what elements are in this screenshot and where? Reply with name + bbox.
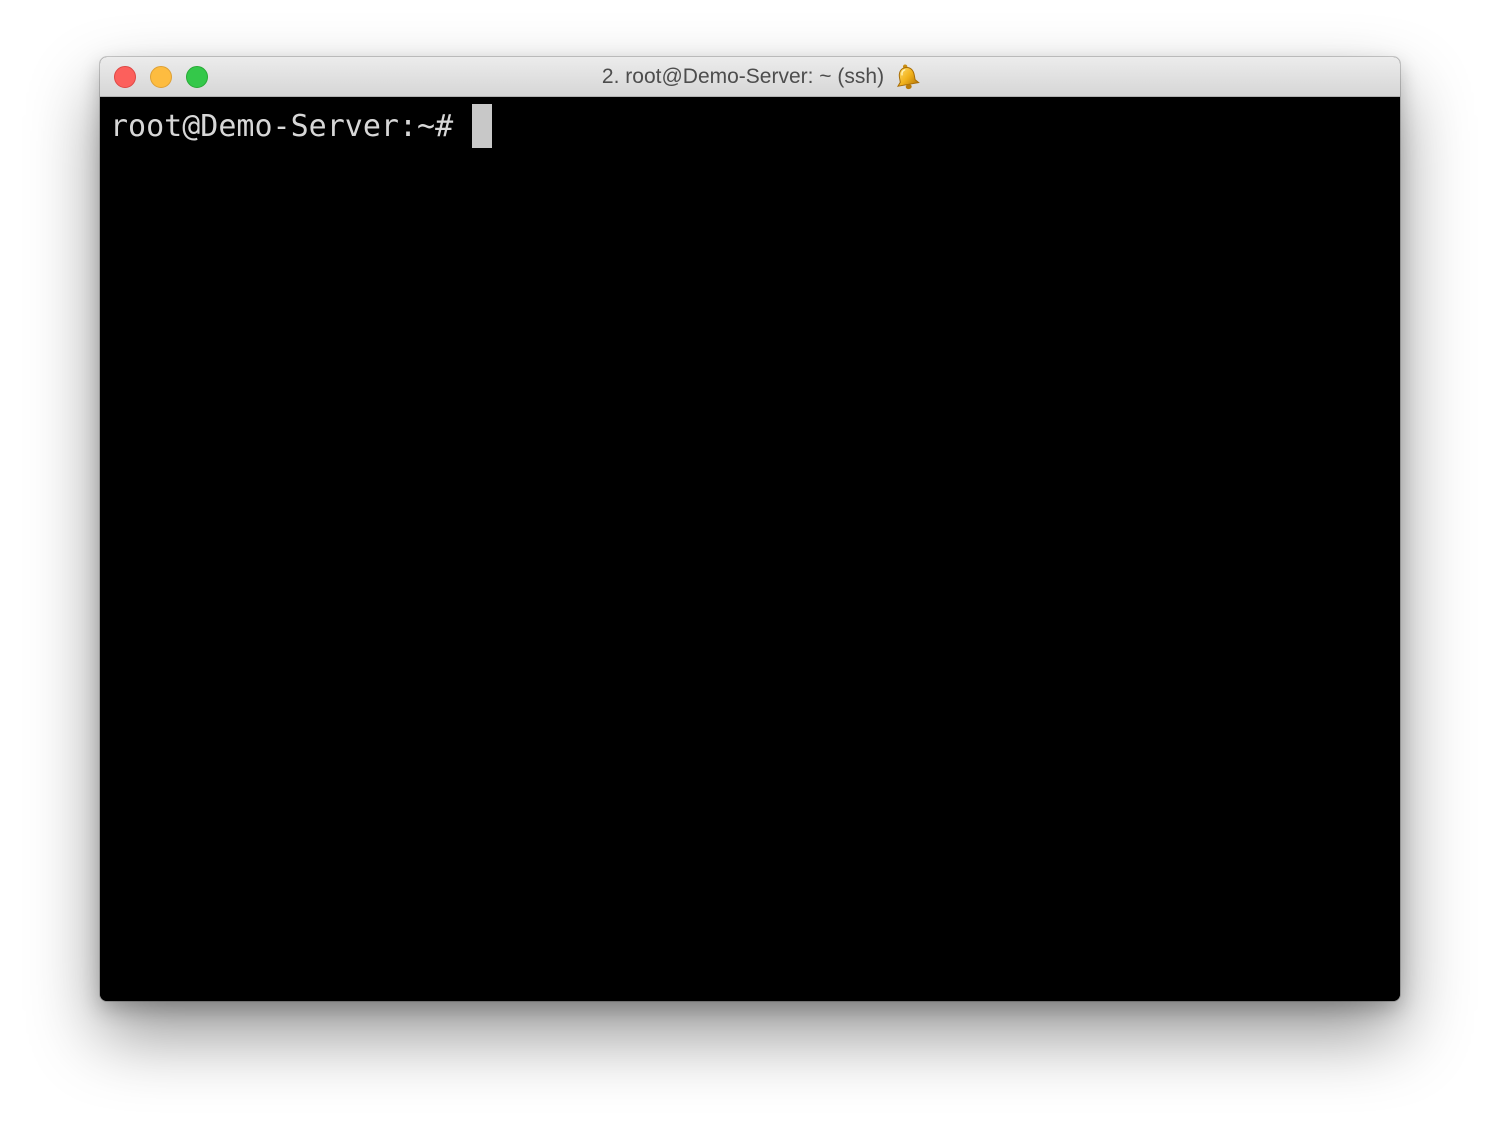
- terminal-area[interactable]: root@Demo-Server:~#: [100, 97, 1400, 1001]
- prompt-line: root@Demo-Server:~#: [110, 103, 493, 149]
- bell-icon: [897, 64, 920, 90]
- shell-prompt: root@Demo-Server:~#: [110, 108, 454, 144]
- window-title: 2. root@Demo-Server: ~ (ssh): [601, 65, 885, 88]
- window-title-container: 2. root@Demo-Server: ~ (ssh): [100, 57, 1400, 97]
- text-cursor: [472, 104, 493, 148]
- title-bar[interactable]: 2. root@Demo-Server: ~ (ssh): [100, 57, 1400, 97]
- terminal-window: 2. root@Demo-Server: ~ (ssh) root@Demo-S…: [100, 57, 1400, 1001]
